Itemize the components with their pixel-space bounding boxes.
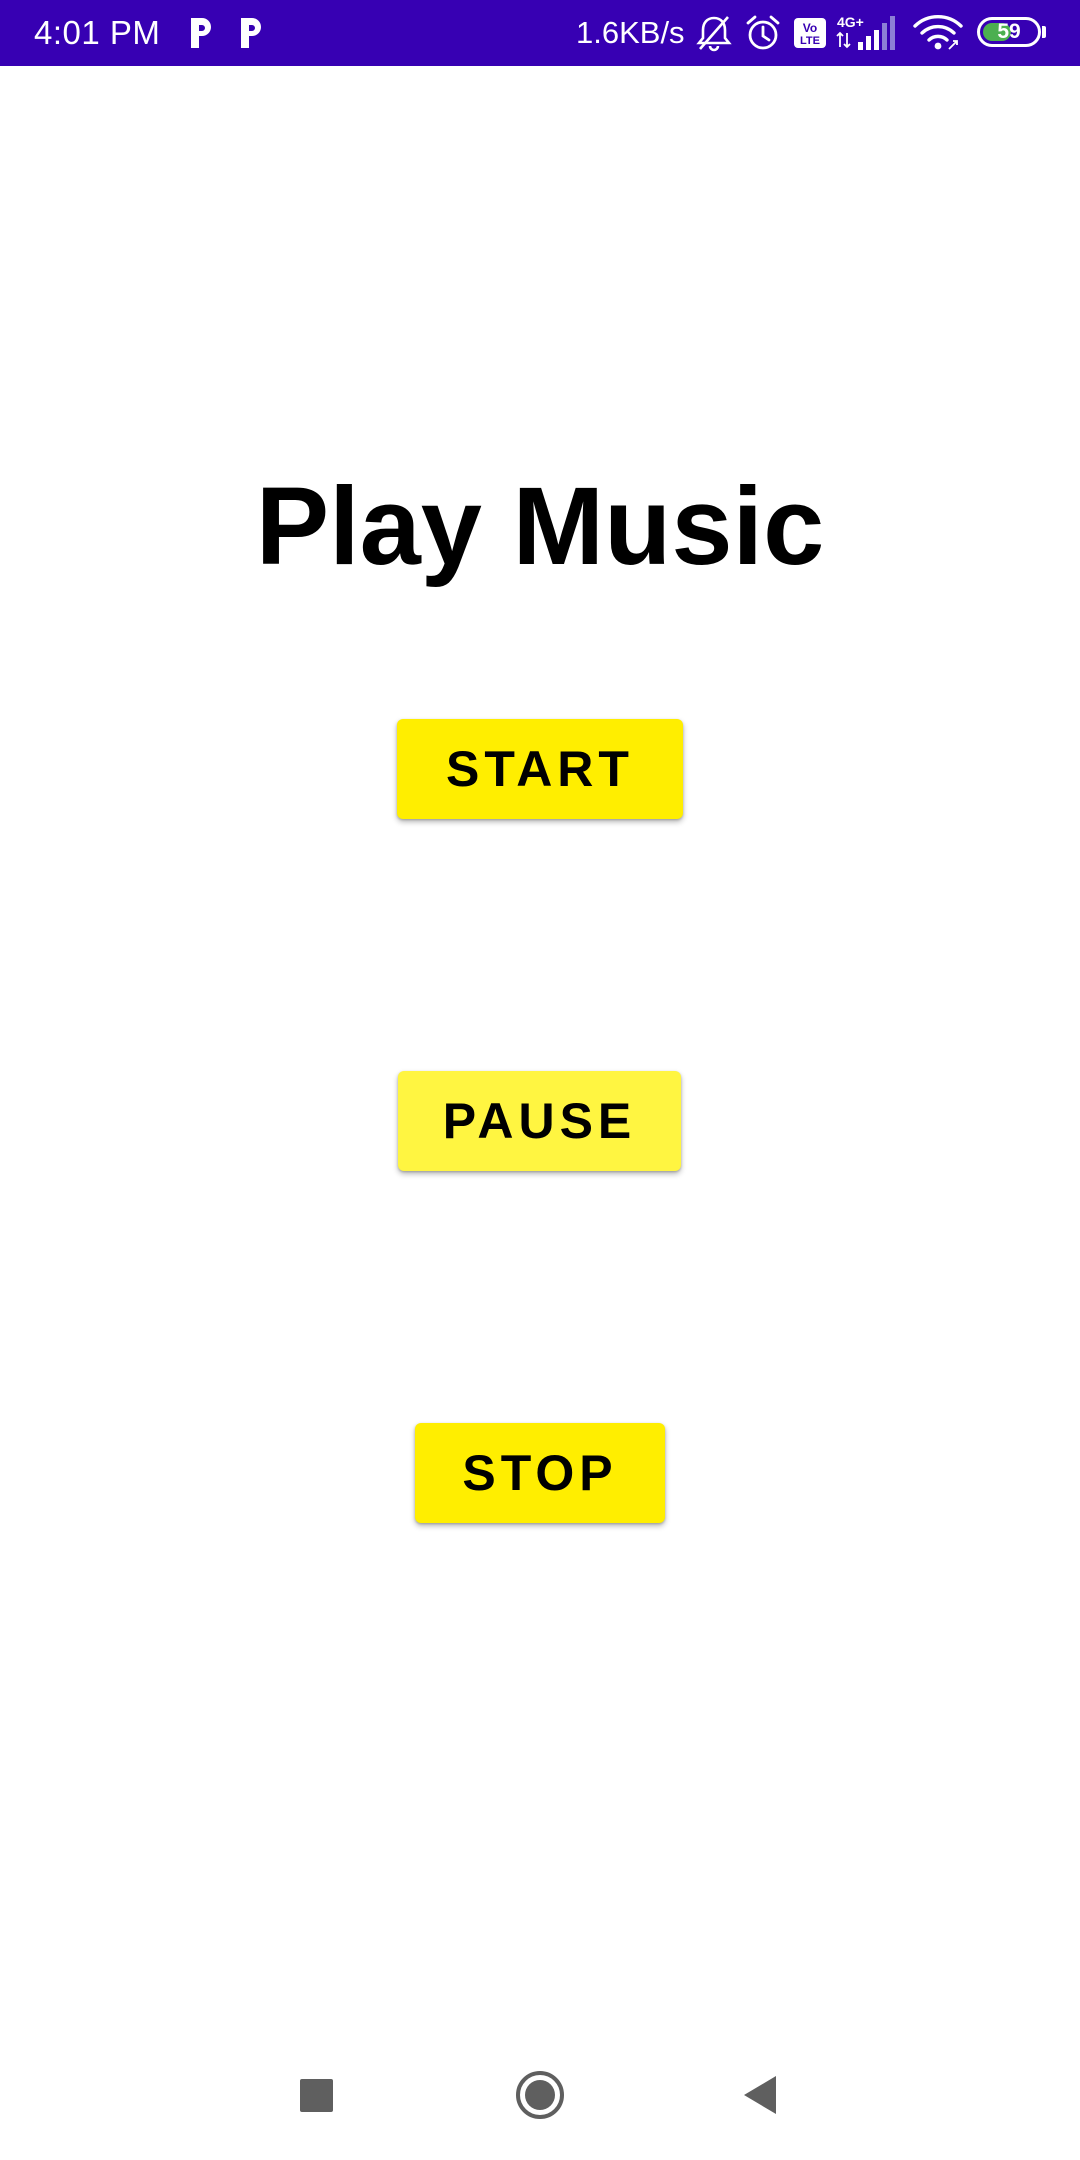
network-speed: 1.6KB/s <box>576 15 685 50</box>
start-button[interactable]: START <box>397 719 683 819</box>
wifi-icon <box>913 15 963 50</box>
volte-icon: Vo LTE <box>794 18 826 48</box>
svg-text:Vo: Vo <box>803 21 817 35</box>
home-circle-icon[interactable] <box>500 2060 580 2130</box>
status-time: 4:01 PM <box>34 14 161 51</box>
svg-text:4G+: 4G+ <box>837 14 864 30</box>
pause-button[interactable]: PAUSE <box>398 1071 681 1171</box>
p-app-icon <box>191 18 211 48</box>
battery-icon: 59 <box>977 17 1041 47</box>
svg-text:LTE: LTE <box>800 35 820 47</box>
bell-muted-icon <box>696 16 732 52</box>
stop-button[interactable]: STOP <box>415 1423 665 1523</box>
4g-signal-icon: 4G+ <box>836 14 895 50</box>
back-triangle-icon[interactable] <box>720 2060 800 2130</box>
status-bar: 4:01 PM 1.6KB/s Vo LTE 4G+ 59 <box>0 0 1080 66</box>
p-app-icon <box>241 18 261 48</box>
page-title: Play Music <box>255 465 825 588</box>
recents-square-icon[interactable] <box>276 2060 356 2130</box>
battery-level: 59 <box>997 20 1021 43</box>
battery-nub <box>1042 26 1046 38</box>
alarm-icon <box>746 15 780 50</box>
